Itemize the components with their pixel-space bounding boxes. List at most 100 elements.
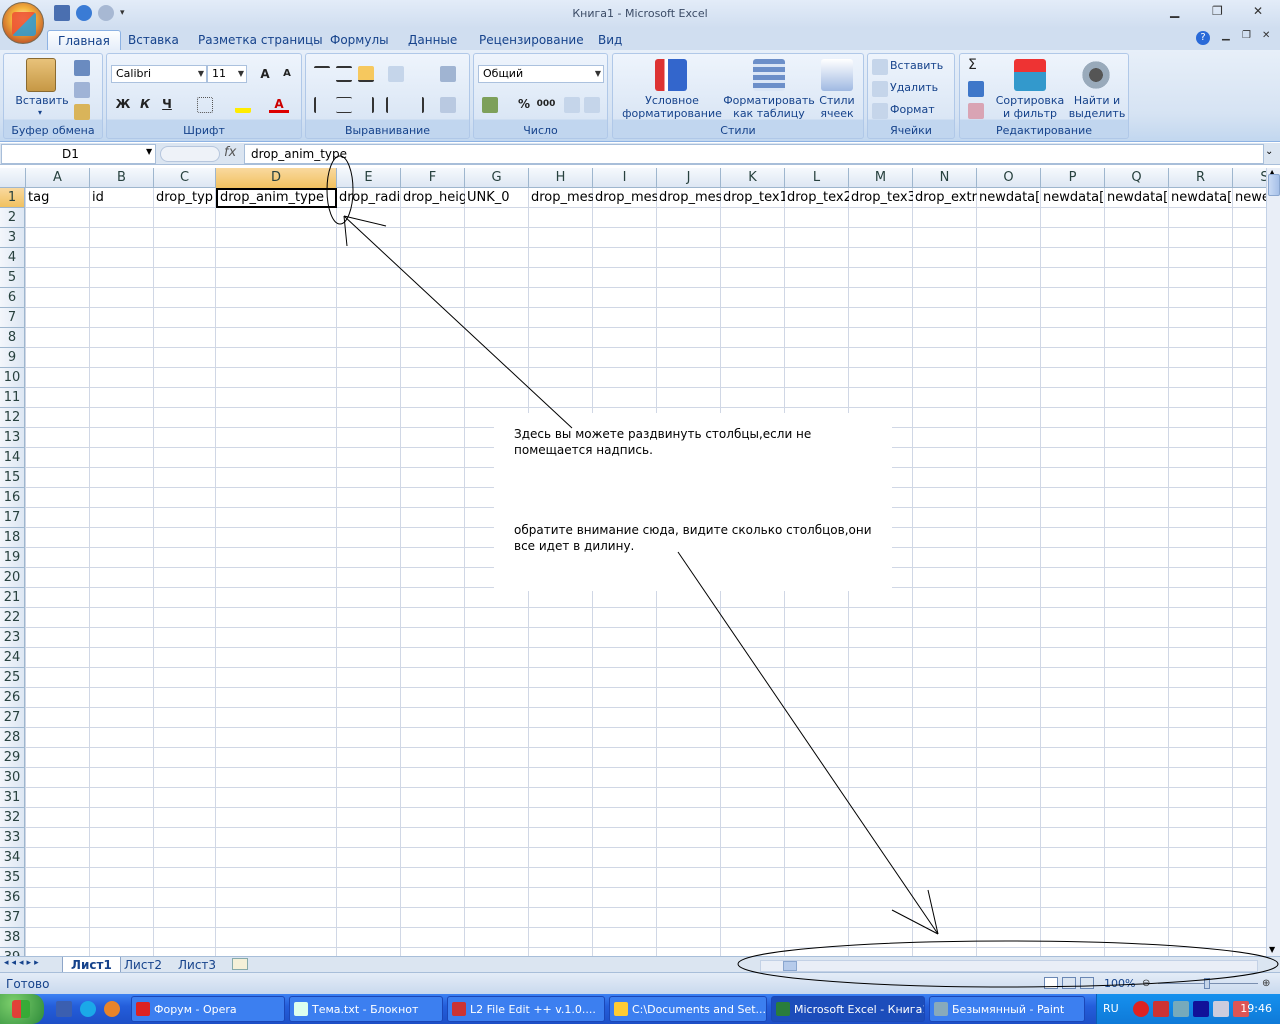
borders-icon[interactable] — [197, 97, 213, 113]
row-header-4[interactable]: 4 — [0, 248, 25, 268]
cell-j1[interactable]: drop_mes — [657, 188, 721, 208]
column-header-l[interactable]: L — [785, 168, 849, 188]
autosum-button[interactable]: Σ — [968, 57, 977, 73]
cell-l1[interactable]: drop_tex2 — [785, 188, 849, 208]
font-size-combo[interactable]: 11 ▼ — [207, 65, 247, 83]
delete-cells-button[interactable]: Удалить — [890, 81, 938, 94]
font-name-combo[interactable]: Calibri ▼ — [111, 65, 207, 83]
cell-p1[interactable]: newdata[1 — [1041, 188, 1105, 208]
decrease-decimal-icon[interactable] — [584, 97, 600, 113]
firefox-icon[interactable] — [104, 1001, 120, 1017]
fill-icon[interactable] — [968, 81, 984, 97]
sheet-nav-arrows-icon[interactable]: ◂◂◂▸▸ — [4, 958, 42, 968]
cell-i1[interactable]: drop_mes — [593, 188, 657, 208]
formula-bar-resize-handle[interactable] — [160, 146, 220, 162]
expand-formula-bar-icon[interactable]: ⌄ — [1265, 146, 1273, 157]
sheet-tab-2[interactable]: Лист2 — [116, 957, 170, 973]
cell-r1[interactable]: newdata[3 — [1169, 188, 1233, 208]
column-header-d[interactable]: D — [216, 168, 337, 188]
column-header-j[interactable]: J — [657, 168, 721, 188]
normal-view-icon[interactable] — [1044, 977, 1058, 989]
cell-d1[interactable]: drop_anim_type — [216, 188, 337, 208]
tab-home[interactable]: Главная — [47, 30, 121, 50]
tab-insert[interactable]: Вставка — [118, 30, 189, 50]
office-button[interactable] — [2, 2, 44, 44]
row-header-7[interactable]: 7 — [0, 308, 25, 328]
tab-view[interactable]: Вид — [588, 30, 632, 50]
row-header-21[interactable]: 21 — [0, 588, 25, 608]
help-icon[interactable]: ? — [1196, 31, 1210, 45]
zoom-slider-thumb[interactable] — [1204, 978, 1210, 989]
row-header-38[interactable]: 38 — [0, 928, 25, 948]
column-header-p[interactable]: P — [1041, 168, 1105, 188]
align-left-icon[interactable] — [314, 97, 330, 113]
wrap-text-icon[interactable] — [440, 66, 456, 82]
row-header-20[interactable]: 20 — [0, 568, 25, 588]
paste-dropdown-icon[interactable]: ▾ — [38, 108, 42, 117]
column-header-o[interactable]: O — [977, 168, 1041, 188]
column-header-m[interactable]: M — [849, 168, 913, 188]
workbook-minimize-button[interactable]: ▁ — [1222, 30, 1230, 41]
thousands-button[interactable]: 000 — [536, 95, 556, 113]
taskbar-item-3[interactable]: L2 File Edit ++ v.1.0.... — [447, 996, 605, 1022]
percent-button[interactable]: % — [514, 95, 534, 113]
row-header-28[interactable]: 28 — [0, 728, 25, 748]
tray-1-icon[interactable] — [1133, 1001, 1149, 1017]
cell-e1[interactable]: drop_radi — [337, 188, 401, 208]
format-cells-button[interactable]: Формат — [890, 103, 935, 116]
cell-k1[interactable]: drop_tex1 — [721, 188, 785, 208]
cut-icon[interactable] — [74, 60, 90, 76]
align-right-icon[interactable] — [358, 97, 374, 113]
shrink-font-button[interactable]: A — [277, 65, 297, 83]
taskbar-item-6[interactable]: Безымянный - Paint — [929, 996, 1085, 1022]
row-header-32[interactable]: 32 — [0, 808, 25, 828]
decrease-indent-icon[interactable] — [386, 97, 402, 113]
column-header-q[interactable]: Q — [1105, 168, 1169, 188]
column-header-e[interactable]: E — [337, 168, 401, 188]
align-middle-icon[interactable] — [336, 66, 352, 82]
sheet-tab-1[interactable]: Лист1 — [62, 957, 121, 973]
conditional-formatting-button[interactable]: Условное форматирование — [617, 94, 727, 120]
tray-player-icon[interactable] — [1193, 1001, 1209, 1017]
row-header-2[interactable]: 2 — [0, 208, 25, 228]
column-header-h[interactable]: H — [529, 168, 593, 188]
maximize-button[interactable]: ❐ — [1212, 4, 1223, 18]
row-header-30[interactable]: 30 — [0, 768, 25, 788]
cell-q1[interactable]: newdata[2 — [1105, 188, 1169, 208]
page-layout-view-icon[interactable] — [1062, 977, 1076, 989]
row-header-34[interactable]: 34 — [0, 848, 25, 868]
volume-icon[interactable] — [1213, 1001, 1229, 1017]
row-header-12[interactable]: 12 — [0, 408, 25, 428]
zoom-in-icon[interactable]: ⊕ — [1262, 978, 1270, 989]
row-header-19[interactable]: 19 — [0, 548, 25, 568]
number-format-combo[interactable]: Общий ▼ — [478, 65, 604, 83]
name-box[interactable]: D1 — [1, 144, 156, 164]
column-header-i[interactable]: I — [593, 168, 657, 188]
cell-h1[interactable]: drop_mes — [529, 188, 593, 208]
row-header-26[interactable]: 26 — [0, 688, 25, 708]
row-header-14[interactable]: 14 — [0, 448, 25, 468]
font-color-icon[interactable]: A — [269, 95, 289, 113]
row-header-31[interactable]: 31 — [0, 788, 25, 808]
cell-s1[interactable]: newe — [1233, 188, 1266, 208]
cell-styles-button[interactable]: Стили ячеек — [813, 94, 861, 120]
currency-icon[interactable] — [482, 97, 498, 113]
increase-decimal-icon[interactable] — [564, 97, 580, 113]
name-box-dropdown-icon[interactable]: ▼ — [146, 147, 152, 156]
horizontal-scroll-thumb[interactable] — [783, 961, 797, 971]
row-header-35[interactable]: 35 — [0, 868, 25, 888]
tab-formulas[interactable]: Формулы — [320, 30, 399, 50]
insert-cells-button[interactable]: Вставить — [890, 59, 943, 72]
underline-button[interactable]: Ч — [157, 95, 177, 113]
italic-button[interactable]: К — [135, 95, 155, 113]
row-header-1[interactable]: 1 — [0, 188, 25, 208]
sheet-tab-3[interactable]: Лист3 — [170, 957, 224, 973]
select-all-corner[interactable] — [0, 168, 26, 188]
column-header-a[interactable]: A — [26, 168, 90, 188]
fill-color-icon[interactable] — [235, 97, 251, 113]
increase-indent-icon[interactable] — [408, 97, 424, 113]
paste-button[interactable]: Вставить — [12, 94, 72, 107]
cell-o1[interactable]: newdata[0 — [977, 188, 1041, 208]
row-header-36[interactable]: 36 — [0, 888, 25, 908]
row-header-15[interactable]: 15 — [0, 468, 25, 488]
